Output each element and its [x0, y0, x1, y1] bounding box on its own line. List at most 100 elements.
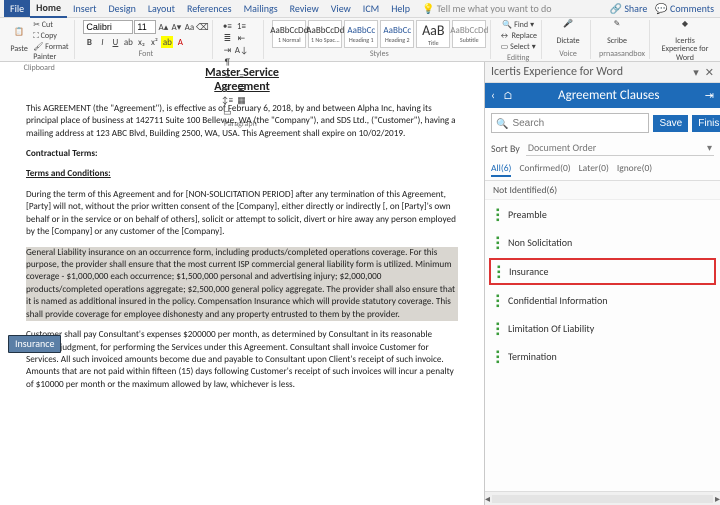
- clause-group-head[interactable]: Not Identified(6): [485, 181, 720, 200]
- grip-icon: ▪▪▪: [496, 207, 502, 222]
- sort-dropdown[interactable]: Document Order▾: [526, 140, 714, 156]
- superscript-button[interactable]: x²: [148, 36, 160, 48]
- tab-file[interactable]: File: [4, 0, 30, 17]
- strike-button[interactable]: ab: [122, 36, 134, 48]
- group-icertis: ◆Icertis Experience for Word: [654, 20, 716, 59]
- style-nospacing[interactable]: AaBbCcDd1 No Spac...: [308, 20, 342, 48]
- bullets-button[interactable]: •≡: [221, 20, 233, 32]
- cut-button[interactable]: ✂ Cut: [33, 20, 70, 30]
- panel-app-title: Icertis Experience for Word: [491, 65, 623, 79]
- ribbon-tabs: File Home Insert Design Layout Reference…: [0, 0, 720, 18]
- style-heading1[interactable]: AaBbCcHeading 1: [344, 20, 378, 48]
- filter-ignore[interactable]: Ignore(0): [617, 162, 652, 177]
- group-editing: 🔍 Find ▾ ↔ Replace ▭ Select ▾ Editing: [495, 20, 542, 59]
- clause-label: Confidential Information: [508, 294, 608, 307]
- shrink-font-button[interactable]: A▾: [170, 21, 182, 33]
- tab-layout[interactable]: Layout: [142, 0, 181, 17]
- filter-all[interactable]: All(6): [491, 162, 511, 177]
- grip-icon: ▪▪▪: [497, 264, 503, 279]
- comments-label: Comments: [670, 2, 714, 15]
- save-button[interactable]: Save: [653, 115, 688, 132]
- change-case-button[interactable]: Aa: [183, 21, 195, 33]
- style-title[interactable]: AaBTitle: [416, 20, 450, 48]
- subscript-button[interactable]: x₂: [135, 36, 147, 48]
- tab-review[interactable]: Review: [284, 0, 325, 17]
- clause-item[interactable]: ▪▪▪Termination: [489, 344, 716, 369]
- tab-icm[interactable]: ICM: [357, 0, 385, 17]
- panel-menu-icon[interactable]: ▾: [693, 66, 699, 79]
- side-panel: Icertis Experience for Word ▾ ✕ ‹ ⌂ Agre…: [484, 62, 720, 505]
- font-color-button[interactable]: A: [174, 36, 186, 48]
- search-icon: 🔍: [496, 117, 508, 130]
- dictate-button[interactable]: 🎤Dictate: [550, 20, 586, 45]
- clause-tag-chip[interactable]: Insurance: [8, 335, 61, 353]
- tab-home[interactable]: Home: [30, 0, 67, 18]
- group-clipboard: 📋Paste ✂ Cut ⛶ Copy 🖌 Format Painter Cli…: [4, 20, 75, 59]
- back-icon[interactable]: ‹: [491, 89, 495, 103]
- font-name-select[interactable]: [83, 20, 133, 34]
- style-heading2[interactable]: AaBbCcHeading 2: [380, 20, 414, 48]
- share-button[interactable]: 🔗 Share: [610, 2, 648, 15]
- tab-help[interactable]: Help: [385, 0, 416, 17]
- document-body[interactable]: Master Service Agreement This AGREEMENT …: [0, 62, 484, 505]
- scribe-button[interactable]: ✎Scribe: [599, 20, 635, 45]
- group-voice-label: Voice: [550, 48, 586, 59]
- find-button[interactable]: 🔍 Find ▾: [502, 20, 534, 30]
- font-size-select[interactable]: [134, 20, 156, 34]
- filter-later[interactable]: Later(0): [579, 162, 609, 177]
- icertis-button[interactable]: ◆Icertis Experience for Word: [658, 20, 712, 62]
- comments-button[interactable]: 💬 Comments: [655, 2, 714, 15]
- style-subtitle[interactable]: AaBbCcDdSubtitle: [452, 20, 486, 48]
- clause-item[interactable]: ▪▪▪Confidential Information: [489, 288, 716, 313]
- italic-button[interactable]: I: [96, 36, 108, 48]
- decrease-indent-button[interactable]: ⇤: [235, 32, 247, 44]
- panel-close-icon[interactable]: ✕: [705, 66, 714, 79]
- format-painter-button[interactable]: 🖌 Format Painter: [33, 42, 70, 62]
- numbering-button[interactable]: 1≡: [235, 20, 247, 32]
- filter-confirmed[interactable]: Confirmed(0): [519, 162, 570, 177]
- bold-button[interactable]: B: [83, 36, 95, 48]
- text-highlight-button[interactable]: ab: [161, 36, 173, 48]
- icertis-icon: ◆: [677, 20, 693, 36]
- doc-payment: Customer shall pay Consultant's expenses…: [26, 329, 458, 391]
- paste-button[interactable]: 📋Paste: [8, 28, 30, 53]
- group-font: A▴ A▾ Aa ⌫ B I U ab x₂ x² ab A Font: [79, 20, 213, 59]
- grip-icon: ▪▪▪: [496, 349, 502, 364]
- home-icon[interactable]: ⌂: [503, 89, 513, 102]
- tell-me[interactable]: 💡 Tell me what you want to do: [416, 0, 558, 17]
- increase-indent-button[interactable]: ⇥: [221, 44, 233, 56]
- grip-icon: ▪▪▪: [496, 321, 502, 336]
- clause-item[interactable]: ▪▪▪Preamble: [489, 202, 716, 227]
- doc-intro: This AGREEMENT (the "Agreement"), is eff…: [26, 103, 458, 140]
- clause-item[interactable]: ▪▪▪Limitation Of Liability: [489, 316, 716, 341]
- doc-h-terms: Terms and Conditions:: [26, 168, 458, 180]
- group-styles-label: Styles: [272, 48, 486, 59]
- select-button[interactable]: ▭ Select ▾: [501, 42, 536, 52]
- finish-button[interactable]: Finish: [692, 115, 720, 132]
- panel-hscroll[interactable]: ◂ ▸: [485, 491, 720, 505]
- scroll-left-icon[interactable]: ◂: [485, 492, 490, 505]
- sort-button[interactable]: A↓: [235, 44, 247, 56]
- copy-button[interactable]: ⛶ Copy: [33, 31, 70, 41]
- multilevel-button[interactable]: ≣: [221, 32, 233, 44]
- tab-design[interactable]: Design: [103, 0, 142, 17]
- doc-title2: Agreement: [26, 80, 458, 94]
- tab-insert[interactable]: Insert: [67, 0, 103, 17]
- replace-button[interactable]: ↔ Replace: [499, 31, 537, 41]
- scroll-right-icon[interactable]: ▸: [715, 492, 720, 505]
- grow-font-button[interactable]: A▴: [157, 21, 169, 33]
- style-normal[interactable]: AaBbCcDd1 Normal: [272, 20, 306, 48]
- clause-label: Non Solicitation: [508, 236, 572, 249]
- tab-mailings[interactable]: Mailings: [238, 0, 284, 17]
- tab-view[interactable]: View: [325, 0, 357, 17]
- search-input[interactable]: [512, 118, 644, 129]
- clear-format-button[interactable]: ⌫: [196, 21, 208, 33]
- paste-icon: 📋: [11, 28, 27, 44]
- styles-gallery[interactable]: AaBbCcDd1 Normal AaBbCcDd1 No Spac... Aa…: [272, 20, 486, 48]
- scroll-track[interactable]: [492, 495, 713, 503]
- underline-button[interactable]: U: [109, 36, 121, 48]
- clause-item[interactable]: ▪▪▪Non Solicitation: [489, 230, 716, 255]
- clause-item[interactable]: ▪▪▪Insurance: [489, 258, 716, 285]
- exit-icon[interactable]: ⇥: [705, 89, 714, 102]
- tab-references[interactable]: References: [181, 0, 238, 17]
